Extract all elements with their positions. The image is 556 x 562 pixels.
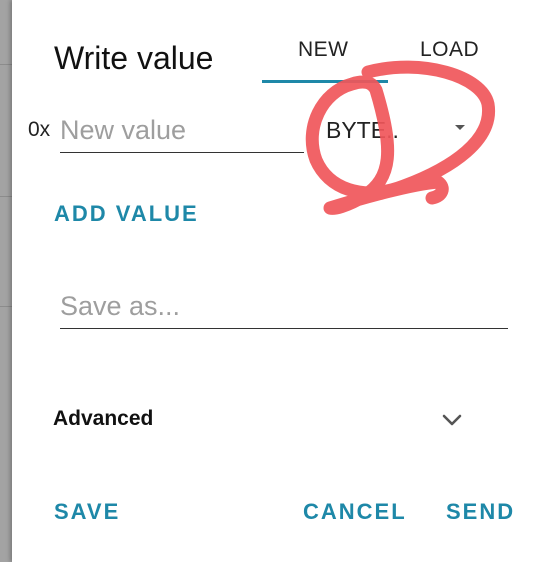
chevron-down-icon bbox=[442, 414, 462, 426]
new-value-input[interactable] bbox=[60, 108, 304, 153]
annotation-scribble bbox=[305, 60, 496, 215]
tab-selected-indicator bbox=[262, 80, 388, 83]
dropdown-arrow-icon bbox=[455, 125, 465, 130]
write-value-dialog: Write value NEW LOAD 0x BYTE.. ADD VALUE… bbox=[12, 0, 556, 562]
background-divider bbox=[0, 196, 12, 197]
advanced-section-toggle[interactable]: Advanced bbox=[42, 392, 482, 446]
value-type-selected: BYTE.. bbox=[326, 117, 399, 143]
value-type-dropdown[interactable]: BYTE.. bbox=[314, 108, 474, 152]
tab-load[interactable]: LOAD bbox=[420, 36, 479, 64]
send-button[interactable]: SEND bbox=[446, 498, 515, 526]
dialog-title: Write value bbox=[54, 40, 214, 76]
save-button[interactable]: SAVE bbox=[54, 498, 120, 526]
add-value-button[interactable]: ADD VALUE bbox=[54, 200, 199, 228]
cancel-button[interactable]: CANCEL bbox=[303, 498, 407, 526]
save-as-input[interactable] bbox=[60, 284, 508, 329]
hex-prefix-label: 0x bbox=[28, 118, 51, 141]
background-divider bbox=[0, 306, 12, 307]
background-divider bbox=[0, 64, 12, 65]
advanced-label: Advanced bbox=[53, 407, 154, 430]
tab-new[interactable]: NEW bbox=[298, 36, 349, 64]
background-app-edge bbox=[0, 0, 12, 562]
